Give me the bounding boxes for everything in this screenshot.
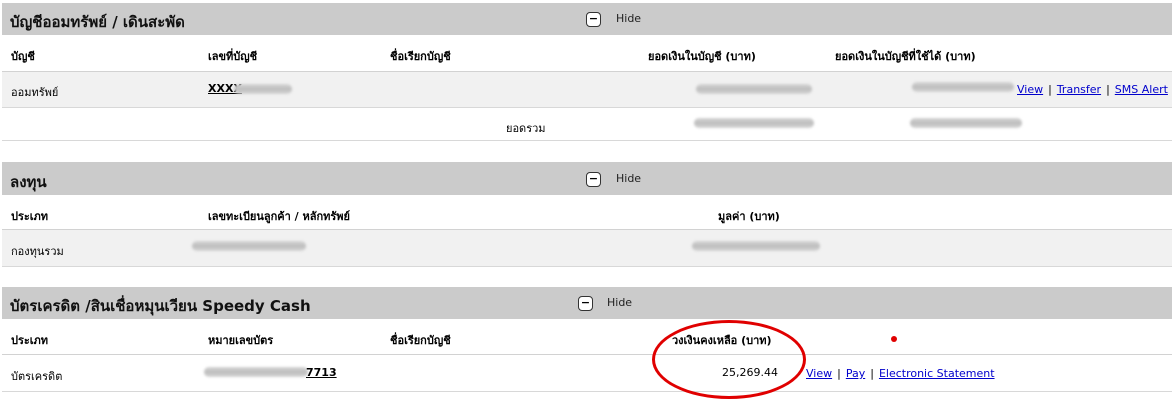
masked-balance [696,84,812,94]
invest-section-title: ลงทุน [10,173,47,191]
masked-card-number [204,367,308,377]
credit-section-title: บัตรเครดิต /สินเชื่อหมุนเวียน Speedy Cas… [10,297,311,315]
col-type: ประเภท [11,334,49,347]
col-customer-registry: เลขทะเบียนลูกค้า / หลักทรัพย์ [208,210,351,223]
view-link[interactable]: View [806,367,832,380]
annotation-dot [891,336,897,342]
col-nickname: ชื่อเรียกบัญชี [390,50,451,63]
card-type: บัตรเครดิต [11,370,63,383]
col-value: มูลค่า (บาท) [718,210,780,223]
col-nickname: ชื่อเรียกบัญชี [390,334,451,347]
invest-column-headers: ประเภท เลขทะเบียนลูกค้า / หลักทรัพย์ มูล… [2,195,1172,230]
masked-fund-value [692,241,820,251]
col-account: บัญชี [11,50,35,63]
highlight-circle-annotation [652,320,806,399]
col-card-number: หมายเลขบัตร [208,334,274,347]
masked-total-balance [694,118,814,128]
savings-section-header: บัญชีออมทรัพย์ / เดินสะพัด − Hide [2,3,1172,35]
card-number-link[interactable]: 7713 [306,366,337,379]
fund-type: กองทุนรวม [11,245,64,258]
electronic-statement-link[interactable]: Electronic Statement [879,367,995,380]
credit-section-header: บัตรเครดิต /สินเชื่อหมุนเวียน Speedy Cas… [2,287,1172,319]
masked-total-available [910,118,1022,128]
savings-section-title: บัญชีออมทรัพย์ / เดินสะพัด [10,13,185,31]
view-link[interactable]: View [1017,83,1043,96]
masked-available-balance [912,82,1014,92]
invest-hide-label[interactable]: Hide [616,172,641,185]
credit-card-row: บัตรเครดิต 7713 25,269.44 View | Pay | Elect… [2,355,1172,392]
pay-link[interactable]: Pay [846,367,865,380]
masked-registry-number [192,241,306,251]
total-label: ยอดรวม [506,122,546,135]
masked-account-number [234,84,292,94]
transfer-link[interactable]: Transfer [1057,83,1101,96]
credit-hide-label[interactable]: Hide [607,296,632,309]
col-available-balance: ยอดเงินในบัญชีที่ใช้ได้ (บาท) [835,50,976,63]
col-balance: ยอดเงินในบัญชี (บาท) [648,50,756,63]
savings-account-row: ออมทรัพย์ XXXX View | Transfer | SMS Alert [2,72,1172,108]
credit-actions: View | Pay | Electronic Statement [806,367,995,380]
collapse-icon[interactable]: − [586,12,601,27]
savings-column-headers: บัญชี เลขที่บัญชี ชื่อเรียกบัญชี ยอดเงิน… [2,35,1172,72]
col-account-number: เลขที่บัญชี [208,50,258,63]
invest-fund-row: กองทุนรวม [2,230,1172,267]
savings-total-row: ยอดรวม [2,108,1172,141]
invest-section-header: ลงทุน − Hide [2,162,1172,195]
collapse-icon[interactable]: − [578,296,593,311]
savings-hide-label[interactable]: Hide [616,12,641,25]
savings-actions: View | Transfer | SMS Alert [1017,83,1168,96]
col-type: ประเภท [11,210,49,223]
credit-column-headers: ประเภท หมายเลขบัตร ชื่อเรียกบัญชี วงเงิน… [2,319,1172,355]
sms-alert-link[interactable]: SMS Alert [1115,83,1168,96]
collapse-icon[interactable]: − [586,172,601,187]
account-type: ออมทรัพย์ [11,86,59,99]
